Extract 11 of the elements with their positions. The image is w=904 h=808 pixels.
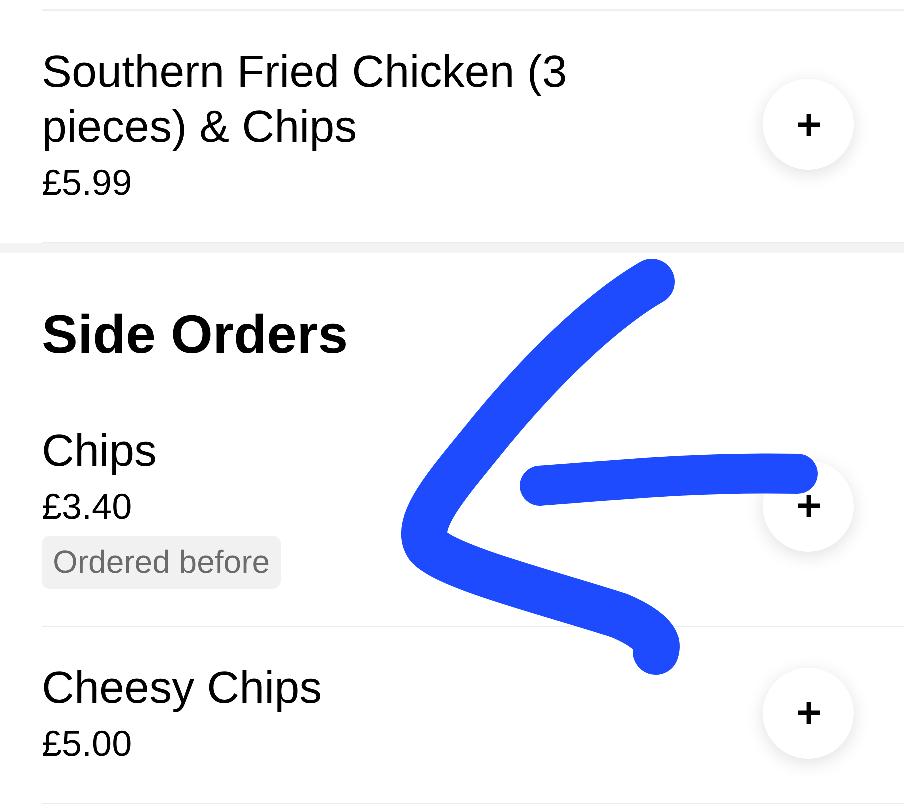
item-price: £3.40 (42, 485, 132, 529)
item-name: Chips (42, 424, 158, 478)
plus-icon (798, 495, 820, 517)
item-price: £5.99 (42, 161, 132, 205)
item-price: £5.00 (42, 722, 132, 766)
status-tag: Ordered before (42, 536, 282, 589)
item-name: Cheesy Chips (42, 661, 322, 715)
plus-icon (798, 114, 820, 136)
plus-icon (798, 702, 820, 724)
item-name: Southern Fried Chicken (3 pieces) & Chips (42, 45, 568, 154)
section-heading: Side Orders (42, 304, 350, 367)
